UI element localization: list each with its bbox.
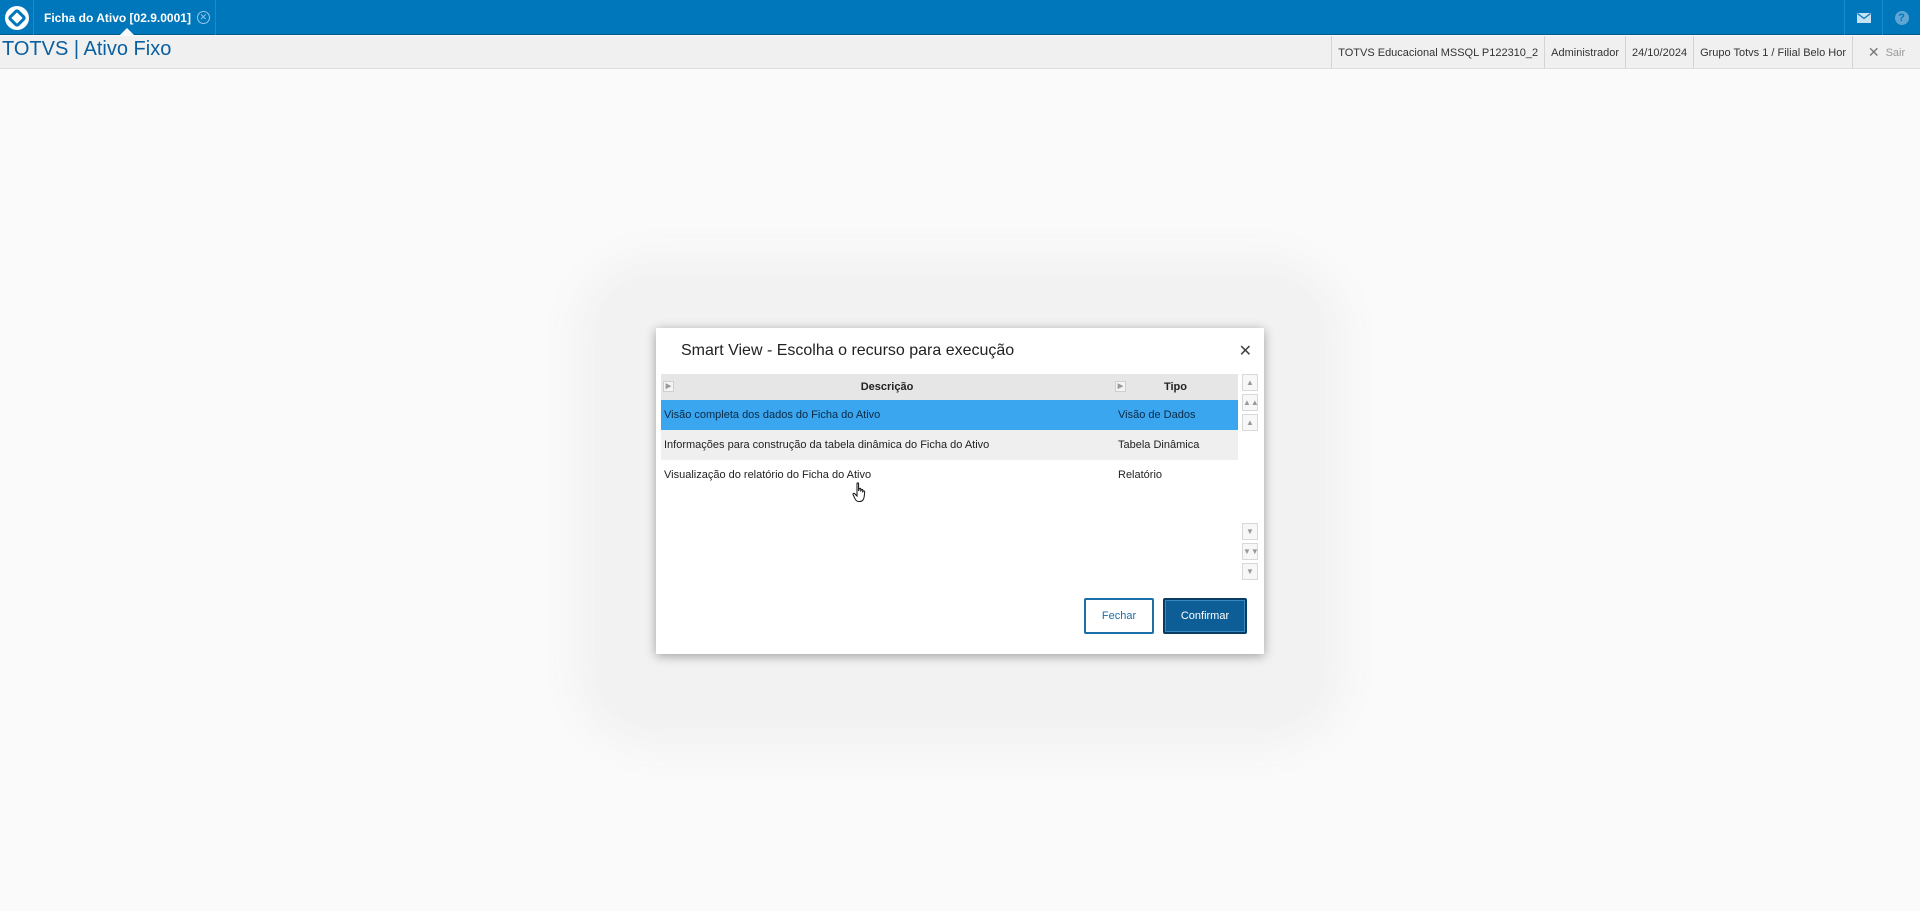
app-title: TOTVS | Ativo Fixo: [2, 38, 172, 60]
scroll-page-up-icon[interactable]: ▲▲: [1242, 394, 1259, 411]
row-description: Informações para construção da tabela di…: [664, 439, 990, 451]
resource-grid: ▶ Descrição ▶ Tipo Visão completa dos da…: [661, 374, 1238, 582]
hand-cursor-icon: [852, 482, 866, 502]
mail-button[interactable]: [1844, 0, 1882, 35]
scroll-up-icon[interactable]: ▲: [1242, 414, 1258, 431]
column-arrow-icon[interactable]: ▶: [1115, 381, 1126, 392]
date-label[interactable]: 24/10/2024: [1625, 36, 1693, 69]
row-type: Visão de Dados: [1118, 409, 1196, 421]
scroll-top-icon[interactable]: ▲: [1242, 374, 1258, 391]
app-header: TOTVS | Ativo Fixo TOTVS Educacional MSS…: [0, 36, 1920, 69]
table-row[interactable]: Visualização do relatório do Ficha do At…: [661, 460, 1238, 490]
branch-label[interactable]: Grupo Totvs 1 / Filial Belo Hor: [1693, 36, 1852, 69]
row-type: Tabela Dinâmica: [1118, 439, 1200, 451]
grid-scrollbar[interactable]: ▲ ▲▲ ▲ ▼ ▼▼ ▼: [1242, 374, 1259, 582]
help-icon: ?: [1894, 10, 1909, 25]
row-description: Visualização do relatório do Ficha do At…: [664, 469, 872, 481]
column-header-description[interactable]: ▶ Descrição: [661, 374, 1113, 400]
grid-header: ▶ Descrição ▶ Tipo: [661, 374, 1238, 400]
row-description: Visão completa dos dados do Ficha do Ati…: [664, 409, 881, 421]
user-label[interactable]: Administrador: [1544, 36, 1625, 69]
scroll-bottom-icon[interactable]: ▼: [1242, 563, 1258, 580]
tab-label: Ficha do Ativo [02.9.0001]: [44, 10, 191, 25]
scroll-down-icon[interactable]: ▼: [1242, 523, 1258, 540]
table-row[interactable]: Visão completa dos dados do Ficha do Ati…: [661, 400, 1238, 430]
totvs-logo[interactable]: [0, 0, 34, 35]
column-arrow-icon[interactable]: ▶: [663, 381, 674, 392]
totvs-logo-icon: [4, 5, 29, 30]
close-button[interactable]: Fechar: [1084, 598, 1154, 634]
close-icon: ✕: [1867, 44, 1880, 60]
environment-label[interactable]: TOTVS Educacional MSSQL P122310_2: [1331, 36, 1544, 69]
row-type: Relatório: [1118, 469, 1163, 481]
dialog-close-icon[interactable]: ✕: [1239, 341, 1252, 361]
smart-view-dialog: Smart View - Escolha o recurso para exec…: [656, 328, 1264, 654]
mail-icon: [1856, 12, 1871, 23]
confirm-button[interactable]: Confirmar: [1163, 598, 1247, 634]
column-label-description: Descrição: [860, 381, 914, 393]
tab-ficha-do-ativo[interactable]: Ficha do Ativo [02.9.0001] ✕: [36, 0, 216, 35]
dialog-title: Smart View - Escolha o recurso para exec…: [681, 342, 1015, 359]
tab-close-icon[interactable]: ✕: [196, 11, 210, 24]
exit-button[interactable]: ✕ Sair: [1852, 36, 1920, 69]
tab-active-caret: [120, 28, 134, 35]
top-bar: Ficha do Ativo [02.9.0001] ✕ ?: [0, 0, 1920, 35]
exit-label: Sair: [1885, 46, 1906, 59]
scroll-page-down-icon[interactable]: ▼▼: [1242, 543, 1259, 560]
column-label-type: Tipo: [1163, 381, 1187, 393]
table-row[interactable]: Informações para construção da tabela di…: [661, 430, 1238, 460]
help-button[interactable]: ?: [1882, 0, 1920, 35]
column-header-type[interactable]: ▶ Tipo: [1113, 374, 1238, 400]
